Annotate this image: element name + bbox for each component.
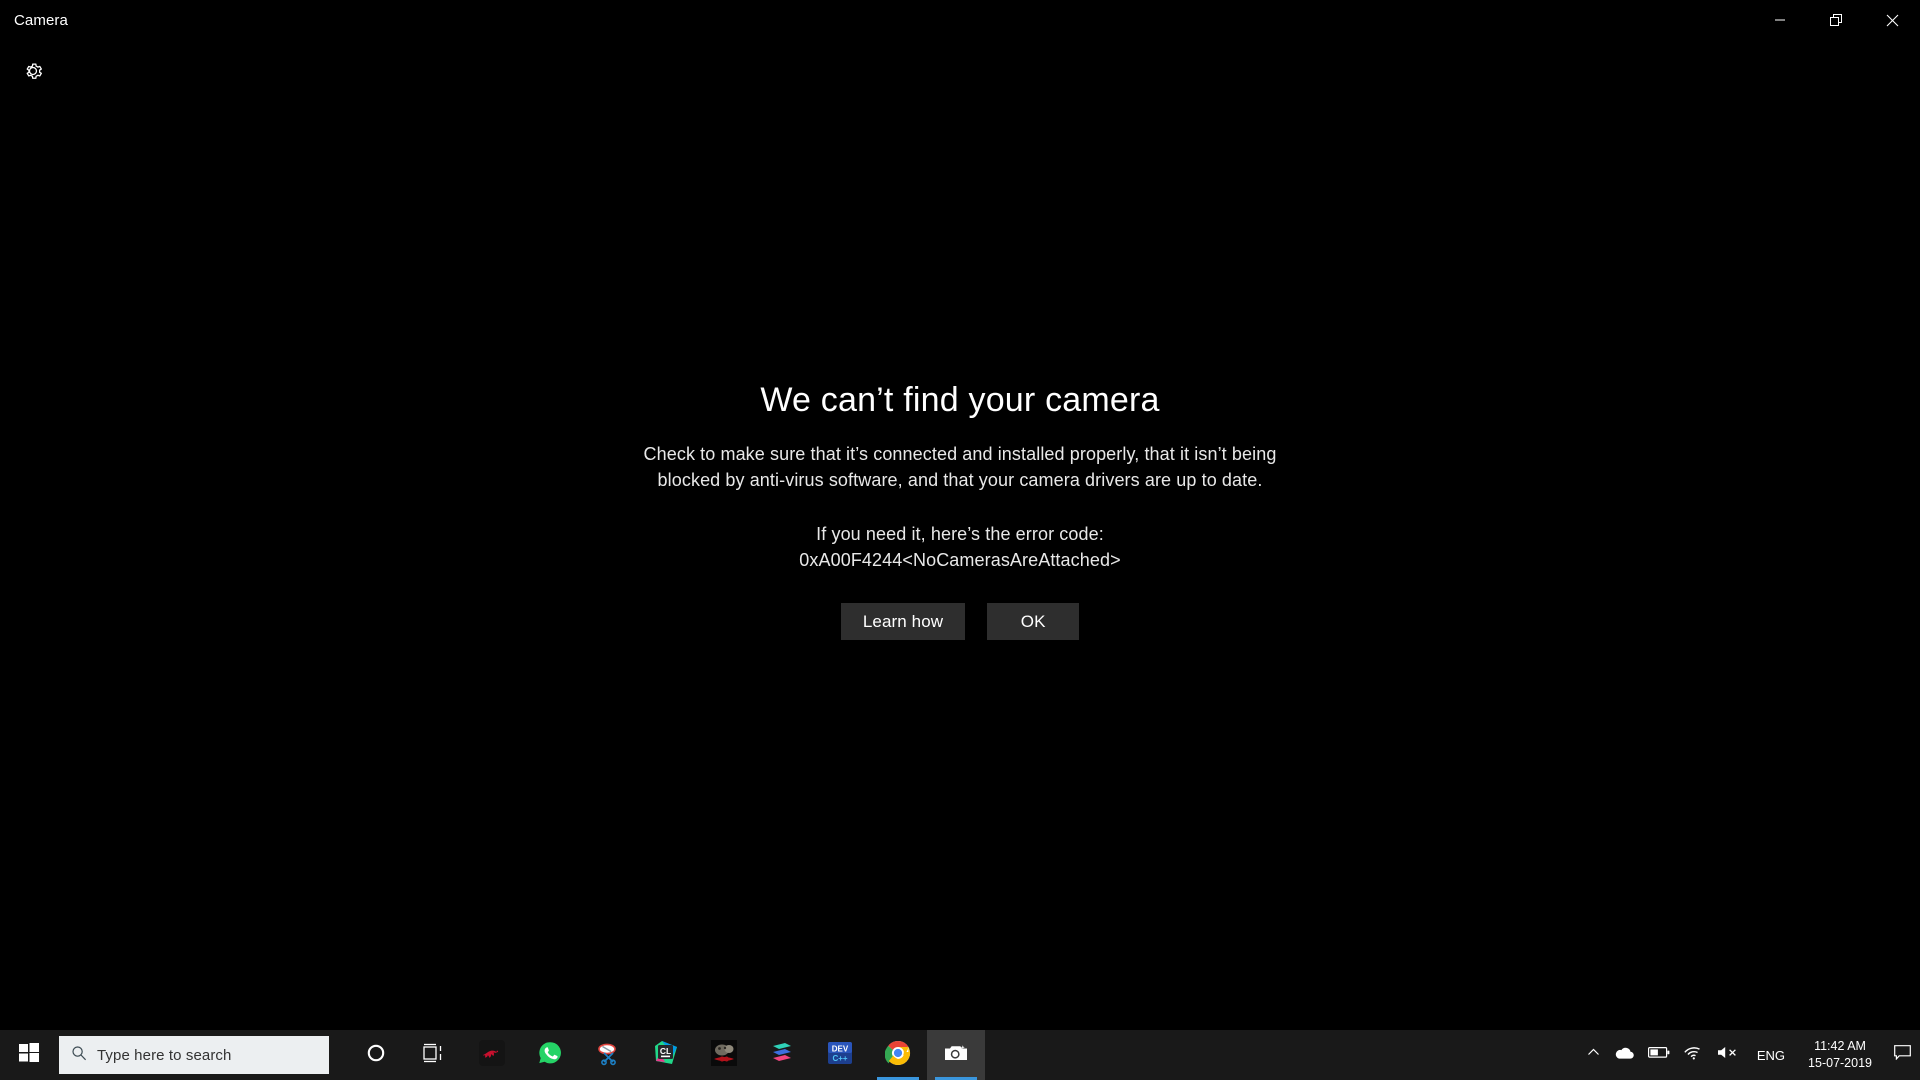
taskbar: Type here to search CL C3 DEV C++ ENG 11… (0, 1030, 1920, 1080)
start-button[interactable] (0, 1030, 57, 1080)
scissors-icon (595, 1040, 621, 1071)
search-input[interactable]: Type here to search (59, 1036, 329, 1074)
error-code-intro: If you need it, here’s the error code: (816, 523, 1104, 544)
svg-text:C++: C++ (832, 1054, 847, 1063)
taskbar-item-game[interactable]: C3 (695, 1030, 753, 1080)
error-actions: Learn how OK (840, 603, 1080, 641)
camera-error-panel: We can’t find your camera Check to make … (0, 0, 1920, 1030)
onedrive-button[interactable] (1607, 1030, 1641, 1080)
dev-cpp-icon: DEV C++ (827, 1040, 853, 1071)
camera-app-window: Camera We can’t find your camera Check t… (0, 0, 1920, 1055)
taskbar-item-whatsapp[interactable] (521, 1030, 579, 1080)
system-tray: ENG 11:42 AM 15-07-2019 (1580, 1030, 1920, 1080)
chevron-up-icon (1587, 1046, 1600, 1064)
svg-text:C3: C3 (720, 1056, 729, 1063)
volume-button[interactable] (1710, 1030, 1746, 1080)
taskbar-item-camera[interactable] (927, 1030, 985, 1080)
error-code-value: 0xA00F4244<NoCamerasAreAttached> (799, 549, 1121, 570)
learn-how-button[interactable]: Learn how (840, 603, 966, 641)
action-center-icon (1893, 1045, 1911, 1065)
error-heading: We can’t find your camera (760, 380, 1160, 419)
search-icon (71, 1045, 87, 1066)
pinned-apps: CL C3 DEV C++ (347, 1030, 985, 1080)
speaker-muted-icon (1717, 1045, 1739, 1065)
layers-icon (769, 1040, 795, 1071)
battery-icon (1647, 1046, 1670, 1064)
cloud-icon (1614, 1046, 1634, 1065)
taskbar-item-snipping-tool[interactable] (579, 1030, 637, 1080)
show-hidden-icons-button[interactable] (1580, 1030, 1607, 1080)
taskbar-item-cortana[interactable] (347, 1030, 405, 1080)
taskbar-item-chrome[interactable] (869, 1030, 927, 1080)
clock-date: 15-07-2019 (1808, 1056, 1872, 1070)
taskbar-item-dragon-center[interactable] (463, 1030, 521, 1080)
network-button[interactable] (1677, 1030, 1710, 1080)
svg-text:CL: CL (660, 1046, 671, 1056)
chrome-icon (884, 1040, 911, 1071)
taskbar-item-task-view[interactable] (405, 1030, 463, 1080)
whatsapp-icon (537, 1040, 563, 1071)
taskbar-item-clion[interactable]: CL (637, 1030, 695, 1080)
task-view-icon (422, 1043, 446, 1068)
error-body-text: Check to make sure that it’s connected a… (643, 443, 1277, 490)
taskbar-item-dev-cpp[interactable]: DEV C++ (811, 1030, 869, 1080)
camera-icon (943, 1040, 969, 1071)
search-placeholder: Type here to search (97, 1046, 232, 1064)
clock[interactable]: 11:42 AM 15-07-2019 (1796, 1030, 1884, 1080)
game-icon: C3 (711, 1039, 737, 1071)
language-indicator[interactable]: ENG (1746, 1030, 1796, 1080)
error-code-block: If you need it, here’s the error code: 0… (799, 521, 1120, 573)
cortana-circle-icon (366, 1043, 386, 1068)
clock-time: 11:42 AM (1814, 1039, 1866, 1054)
battery-button[interactable] (1641, 1030, 1677, 1080)
dragon-icon (479, 1039, 505, 1071)
ok-button[interactable]: OK (987, 603, 1080, 641)
taskbar-item-layers-app[interactable] (753, 1030, 811, 1080)
clion-icon: CL (653, 1040, 679, 1071)
svg-text:DEV: DEV (832, 1044, 849, 1053)
wifi-icon (1684, 1045, 1703, 1065)
windows-logo-icon (18, 1042, 39, 1068)
action-center-button[interactable] (1884, 1030, 1920, 1080)
